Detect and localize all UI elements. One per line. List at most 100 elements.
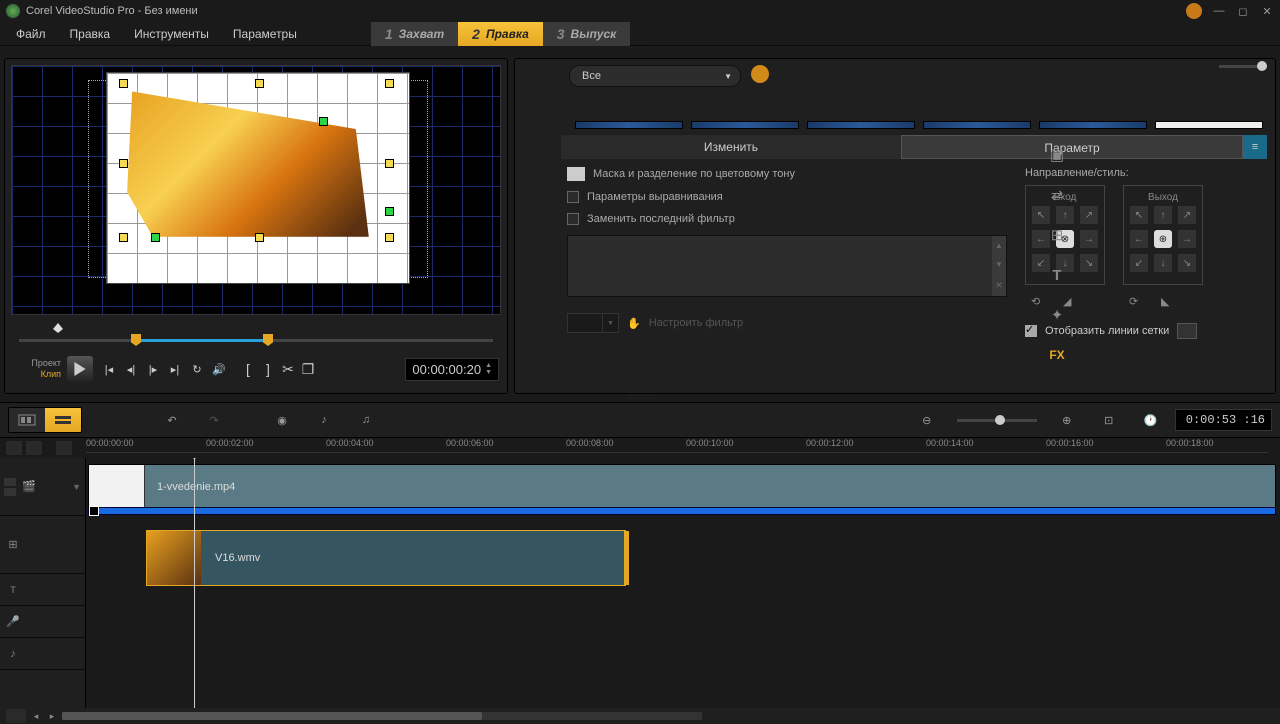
- media-tab-icon[interactable]: ▣: [1044, 142, 1070, 168]
- get-content-icon[interactable]: [751, 65, 769, 83]
- tab-edit[interactable]: Изменить: [561, 135, 901, 159]
- track-body[interactable]: 1-vvedenie.mp4 V16.wmv: [86, 458, 1280, 708]
- resize-handle[interactable]: [385, 233, 394, 242]
- mode-labels[interactable]: Проект Клип: [13, 358, 61, 380]
- ruler-mode-icon[interactable]: [6, 441, 22, 455]
- menu-tools[interactable]: Инструменты: [124, 24, 219, 44]
- resize-handle[interactable]: [385, 79, 394, 88]
- title-tab-icon[interactable]: ⊞: [1044, 222, 1070, 248]
- scroll-track[interactable]: [62, 712, 702, 720]
- dir-cell[interactable]: ↘: [1178, 254, 1196, 272]
- graphic-tab-icon[interactable]: ✦: [1044, 302, 1070, 328]
- move-down-icon[interactable]: ▼: [995, 260, 1003, 269]
- zoom-in-button[interactable]: ⊕: [1055, 408, 1079, 432]
- fit-timeline-icon[interactable]: [6, 709, 26, 723]
- dir-cell[interactable]: ↖: [1130, 206, 1148, 224]
- undo-button[interactable]: ↶: [160, 408, 184, 432]
- play-button[interactable]: [67, 356, 93, 382]
- video-audio-strip[interactable]: [88, 507, 1276, 515]
- playhead-marker-icon[interactable]: [53, 323, 63, 333]
- effect-thumb[interactable]: [575, 121, 683, 129]
- resize-handle[interactable]: [119, 233, 128, 242]
- scroll-right-button[interactable]: ▸: [46, 710, 58, 722]
- mark-out-button[interactable]: ]: [259, 359, 277, 379]
- library-filter-combo[interactable]: Все▼: [569, 65, 741, 87]
- video-clip[interactable]: 1-vvedenie.mp4: [88, 464, 1276, 510]
- collapse-toggle-icon[interactable]: ≡: [1243, 135, 1267, 159]
- voice-track-header[interactable]: 🎤: [0, 606, 85, 638]
- minimize-button[interactable]: —: [1212, 4, 1226, 18]
- dir-cell-selected[interactable]: ⊕: [1154, 230, 1172, 248]
- auto-music-button[interactable]: ♫: [354, 408, 378, 432]
- dir-cell[interactable]: ↙: [1130, 254, 1148, 272]
- volume-button[interactable]: 🔊: [209, 359, 229, 379]
- close-button[interactable]: ✕: [1260, 4, 1274, 18]
- effect-thumb[interactable]: [807, 121, 915, 129]
- redo-button[interactable]: ↷: [202, 408, 226, 432]
- dir-cell[interactable]: ↗: [1080, 206, 1098, 224]
- snapshot-button[interactable]: ❐: [299, 359, 317, 379]
- stage-share[interactable]: 3Выпуск: [543, 22, 630, 46]
- overlay-clip[interactable]: V16.wmv: [146, 530, 626, 586]
- repeat-button[interactable]: ↻: [187, 359, 207, 379]
- scroll-thumb[interactable]: [62, 712, 482, 720]
- link-toggle-icon[interactable]: [89, 506, 99, 516]
- menu-edit[interactable]: Правка: [60, 24, 121, 44]
- resize-handle[interactable]: [255, 79, 264, 88]
- transition-tab-icon[interactable]: ⇄: [1044, 182, 1070, 208]
- checkbox-icon[interactable]: [567, 213, 579, 225]
- filter-tab-icon[interactable]: FX: [1044, 342, 1070, 368]
- dir-cell[interactable]: ←: [1130, 230, 1148, 248]
- menu-file[interactable]: Файл: [6, 24, 56, 44]
- go-end-button[interactable]: ▸|: [165, 359, 185, 379]
- timeline-playhead[interactable]: [194, 458, 195, 708]
- split-button[interactable]: ✂: [279, 359, 297, 379]
- dir-cell[interactable]: ↓: [1154, 254, 1172, 272]
- preview-canvas[interactable]: [106, 72, 410, 284]
- mark-in-button[interactable]: [: [239, 359, 257, 379]
- marker-icon[interactable]: [56, 441, 72, 455]
- timeline-view-button[interactable]: [45, 408, 81, 432]
- resize-handle[interactable]: [119, 159, 128, 168]
- overlay-track-header[interactable]: ⊞: [0, 516, 85, 574]
- effect-thumb[interactable]: [691, 121, 799, 129]
- delete-icon[interactable]: ✕: [995, 280, 1003, 291]
- preset-dropdown[interactable]: ▼: [567, 313, 619, 333]
- panel-grip[interactable]: :::::::: [0, 394, 1280, 402]
- storyboard-view-button[interactable]: [9, 408, 45, 432]
- project-duration[interactable]: 0:00:53 :16: [1175, 409, 1272, 431]
- record-button[interactable]: ◉: [270, 408, 294, 432]
- stage-capture[interactable]: 1Захват: [371, 22, 458, 46]
- timecode-field[interactable]: 00:00:00:20 ▲▼: [405, 358, 499, 381]
- step-back-button[interactable]: ◂|: [121, 359, 141, 379]
- time-ruler[interactable]: 00:00:00:00 00:00:02:00 00:00:04:00 00:0…: [0, 438, 1280, 458]
- distort-handle[interactable]: [319, 117, 328, 126]
- alignment-option[interactable]: Параметры выравнивания: [567, 191, 1007, 203]
- panel-grip[interactable]: :::::::: [0, 46, 1280, 54]
- distort-handle[interactable]: [385, 207, 394, 216]
- audio-mixer-button[interactable]: ♪: [312, 408, 336, 432]
- thumb-size-slider[interactable]: [1219, 65, 1267, 68]
- resize-handle[interactable]: [255, 233, 264, 242]
- checkbox-icon[interactable]: [567, 191, 579, 203]
- dir-cell[interactable]: →: [1080, 230, 1098, 248]
- music-track-header[interactable]: ♪: [0, 638, 85, 670]
- preview-viewport[interactable]: [11, 65, 501, 315]
- mark-in-handle[interactable]: [131, 334, 141, 346]
- filter-list[interactable]: ▲ ▼ ✕: [567, 235, 1007, 297]
- title-track-header[interactable]: T: [0, 574, 85, 606]
- mark-out-handle[interactable]: [263, 334, 273, 346]
- fit-project-button[interactable]: ⊡: [1097, 408, 1121, 432]
- effect-thumb[interactable]: [1039, 121, 1147, 129]
- scrub-bar[interactable]: [13, 325, 499, 349]
- video-track-header[interactable]: 🎬 ▼: [0, 458, 85, 516]
- effect-thumb[interactable]: [1155, 121, 1263, 129]
- replace-filter-option[interactable]: Заменить последний фильтр: [567, 213, 1007, 225]
- resize-handle[interactable]: [119, 79, 128, 88]
- dir-cell[interactable]: ↗: [1178, 206, 1196, 224]
- fade-out-rotate-icon[interactable]: ⟳: [1129, 295, 1147, 309]
- zoom-slider[interactable]: [957, 419, 1037, 422]
- maximize-button[interactable]: ◻: [1236, 4, 1250, 18]
- stage-edit[interactable]: 2Правка: [458, 22, 543, 46]
- mask-chroma-option[interactable]: Маска и разделение по цветовому тону: [567, 167, 1007, 181]
